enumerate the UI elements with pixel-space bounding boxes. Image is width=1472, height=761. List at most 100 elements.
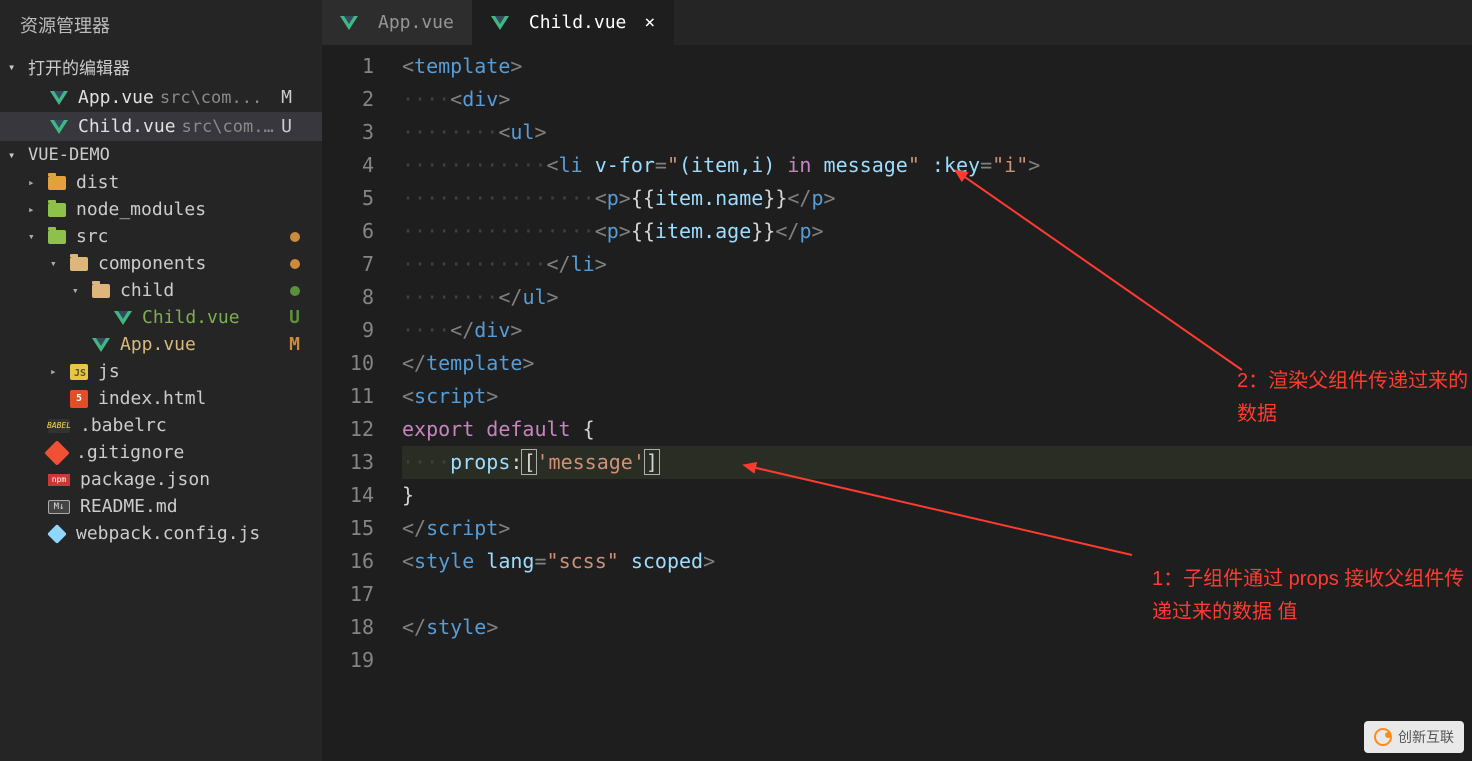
tree-file[interactable]: App.vue M xyxy=(0,331,322,358)
chevron-icon: ▾ xyxy=(50,257,64,270)
line-number: 3 xyxy=(322,116,374,149)
tree-item-label: dist xyxy=(76,172,119,193)
code-line[interactable]: ····</div> xyxy=(402,314,1472,347)
code-line[interactable]: ················<p>{{item.age}}</p> xyxy=(402,215,1472,248)
open-editor-item[interactable]: Child.vue src\com... U xyxy=(0,112,322,141)
code-line[interactable]: </script> xyxy=(402,512,1472,545)
watermark: 创新互联 xyxy=(1364,721,1464,753)
tree-item-label: Child.vue xyxy=(142,307,240,328)
tree-item-label: .babelrc xyxy=(80,415,167,436)
code-line[interactable]: ····props:['message'] xyxy=(402,446,1472,479)
line-number: 19 xyxy=(322,644,374,677)
js-icon: JS xyxy=(70,364,88,380)
tree-item-label: index.html xyxy=(98,388,206,409)
vue-icon xyxy=(50,89,68,107)
tabs-bar: App.vue Child.vue × xyxy=(322,0,1472,45)
open-editors-label: 打开的编辑器 xyxy=(28,54,130,79)
explorer-sidebar: 资源管理器 ▾ 打开的编辑器 App.vue src\com... M Chil… xyxy=(0,0,322,761)
watermark-icon xyxy=(1374,728,1392,746)
file-name: Child.vue xyxy=(78,116,176,137)
open-editor-item[interactable]: App.vue src\com... M xyxy=(0,83,322,112)
tree-item-label: child xyxy=(120,280,174,301)
editor-tab[interactable]: Child.vue × xyxy=(473,0,674,45)
project-header[interactable]: ▾ VUE-DEMO xyxy=(0,141,322,169)
code-line[interactable]: ············<li v-for="(item,i) in messa… xyxy=(402,149,1472,182)
status-dot xyxy=(290,286,300,296)
file-name: App.vue xyxy=(78,87,154,108)
tree-item-label: package.json xyxy=(80,469,210,490)
line-number: 12 xyxy=(322,413,374,446)
md-icon: M↓ xyxy=(48,500,70,514)
tree-folder[interactable]: ▾ components xyxy=(0,250,322,277)
open-editors-list: App.vue src\com... M Child.vue src\com..… xyxy=(0,83,322,141)
status-dot xyxy=(290,232,300,242)
line-number: 6 xyxy=(322,215,374,248)
file-badge: M xyxy=(289,334,300,355)
chevron-down-icon: ▾ xyxy=(8,148,22,162)
file-tree: ▸dist▸node_modules▾src▾components▾childC… xyxy=(0,169,322,547)
line-number: 4 xyxy=(322,149,374,182)
code-line[interactable]: ············</li> xyxy=(402,248,1472,281)
file-path: src\com... xyxy=(182,117,282,137)
line-number: 15 xyxy=(322,512,374,545)
folder-icon xyxy=(70,257,88,271)
tree-folder[interactable]: ▾ child xyxy=(0,277,322,304)
webpack-icon xyxy=(48,525,66,543)
explorer-title: 资源管理器 xyxy=(0,0,322,50)
code-line[interactable]: <template> xyxy=(402,50,1472,83)
folder-icon xyxy=(48,230,66,244)
tree-file[interactable]: npm package.json xyxy=(0,466,322,493)
code-line[interactable]: ················<p>{{item.name}}</p> xyxy=(402,182,1472,215)
code-line[interactable]: ····<div> xyxy=(402,83,1472,116)
line-number: 9 xyxy=(322,314,374,347)
line-number: 16 xyxy=(322,545,374,578)
tree-file[interactable]: Child.vue U xyxy=(0,304,322,331)
vue-icon xyxy=(114,309,132,327)
close-icon[interactable]: × xyxy=(644,12,655,33)
line-gutter: 12345678910111213141516171819 xyxy=(322,50,402,761)
tree-item-label: .gitignore xyxy=(76,442,184,463)
file-badge: U xyxy=(289,307,300,328)
line-number: 11 xyxy=(322,380,374,413)
chevron-icon: ▾ xyxy=(28,230,42,243)
code-line[interactable] xyxy=(402,644,1472,677)
tree-folder[interactable]: ▸JSjs xyxy=(0,358,322,385)
code-area[interactable]: 12345678910111213141516171819 <template>… xyxy=(322,45,1472,761)
editor-tab[interactable]: App.vue xyxy=(322,0,473,45)
status-dot xyxy=(290,259,300,269)
tree-file[interactable]: webpack.config.js xyxy=(0,520,322,547)
file-path: src\com... xyxy=(160,88,281,108)
tree-item-label: src xyxy=(76,226,109,247)
chevron-icon: ▾ xyxy=(72,284,86,297)
file-badge: M xyxy=(281,87,302,108)
line-number: 10 xyxy=(322,347,374,380)
code-line[interactable]: ········</ul> xyxy=(402,281,1472,314)
tree-item-label: App.vue xyxy=(120,334,196,355)
tree-folder[interactable]: ▸node_modules xyxy=(0,196,322,223)
code-line[interactable]: ········<ul> xyxy=(402,116,1472,149)
tree-folder[interactable]: ▸dist xyxy=(0,169,322,196)
tab-label: App.vue xyxy=(378,12,454,33)
tree-file[interactable]: .gitignore xyxy=(0,439,322,466)
tree-item-label: webpack.config.js xyxy=(76,523,260,544)
vue-icon xyxy=(50,118,68,136)
line-number: 2 xyxy=(322,83,374,116)
npm-icon: npm xyxy=(48,474,70,486)
open-editors-header[interactable]: ▾ 打开的编辑器 xyxy=(0,50,322,83)
vue-icon xyxy=(92,336,110,354)
file-badge: U xyxy=(281,116,302,137)
chevron-down-icon: ▾ xyxy=(8,60,22,74)
tree-item-label: components xyxy=(98,253,206,274)
tree-file[interactable]: M↓README.md xyxy=(0,493,322,520)
tree-file[interactable]: 5index.html xyxy=(0,385,322,412)
line-number: 17 xyxy=(322,578,374,611)
code-line[interactable]: } xyxy=(402,479,1472,512)
babel-icon: BABEL xyxy=(48,419,70,433)
tree-file[interactable]: BABEL .babelrc xyxy=(0,412,322,439)
annotation-text-2: 2：渲染父组件传递过来的数据 xyxy=(1237,365,1472,431)
git-icon xyxy=(44,440,69,465)
line-number: 1 xyxy=(322,50,374,83)
vue-icon xyxy=(340,14,358,32)
tree-folder[interactable]: ▾ src xyxy=(0,223,322,250)
chevron-icon: ▸ xyxy=(50,365,64,378)
